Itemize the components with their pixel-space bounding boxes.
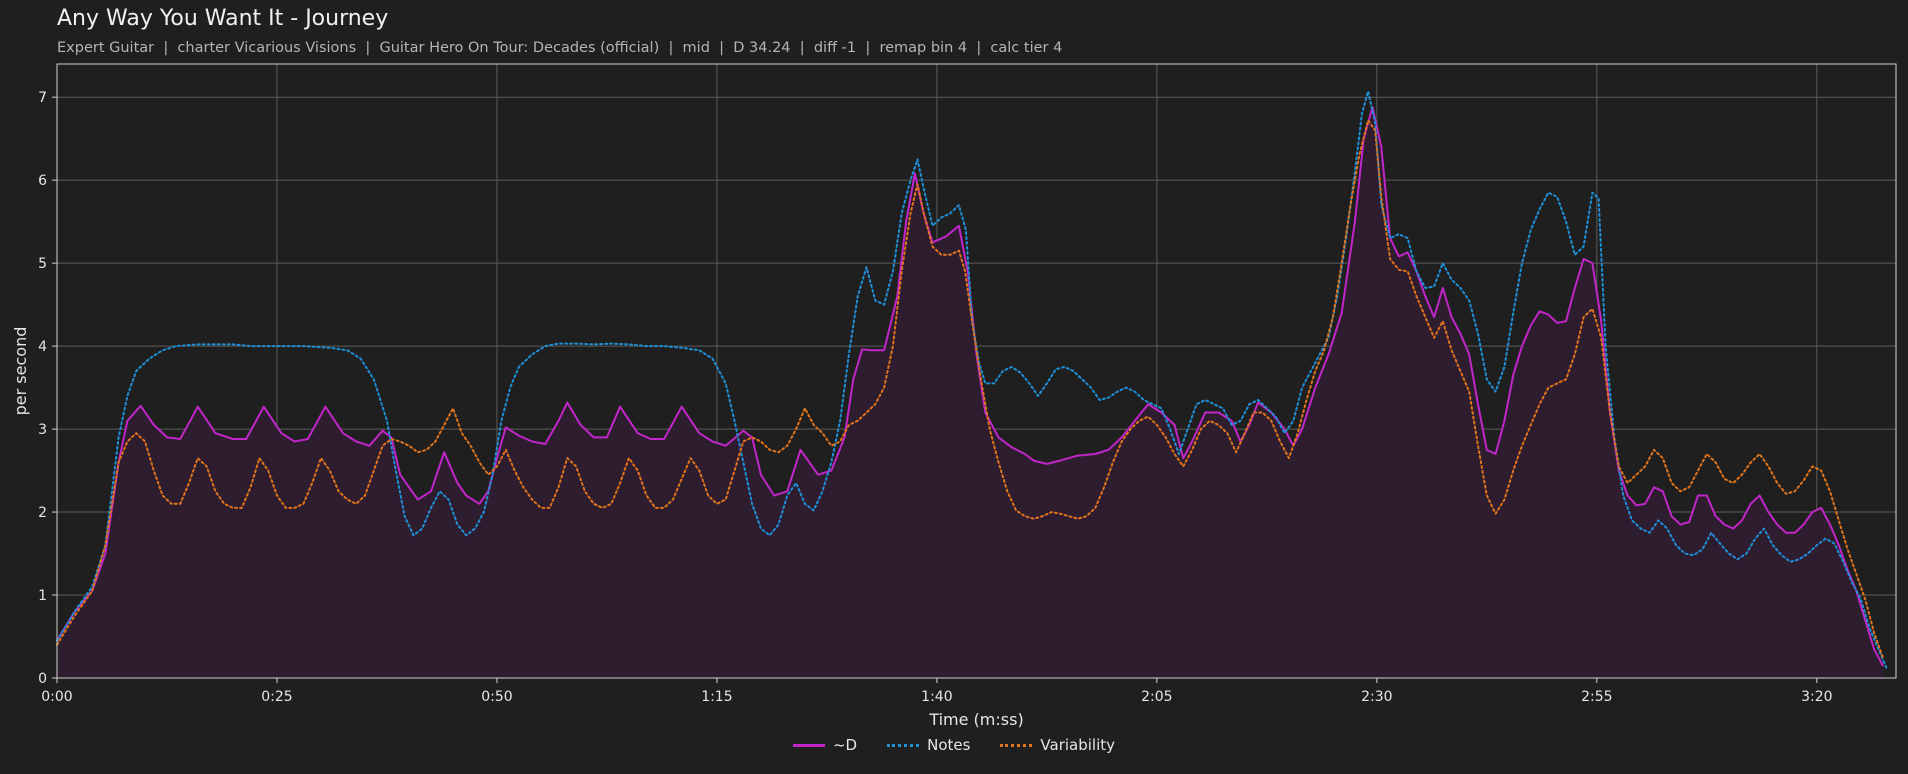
legend-label-variability: Variability	[1040, 736, 1116, 754]
legend-label-d: ~D	[832, 736, 858, 754]
y-tick-label: 0	[38, 671, 47, 687]
legend-item-variability: Variability	[1000, 736, 1115, 754]
x-tick-label: 3:20	[1801, 689, 1832, 705]
x-tick-label: 2:55	[1581, 689, 1612, 705]
legend-item-notes: Notes	[887, 736, 970, 754]
x-tick-label: 0:50	[481, 689, 512, 705]
legend-swatch-variability	[1000, 743, 1033, 747]
y-tick-label: 3	[38, 422, 47, 438]
x-tick-label: 1:15	[701, 689, 732, 705]
y-axis-label: per second	[11, 327, 30, 416]
y-tick-label: 2	[38, 505, 47, 521]
x-tick-label: 1:40	[921, 689, 952, 705]
y-tick-label: 6	[38, 173, 47, 189]
legend-label-notes: Notes	[927, 736, 971, 754]
legend-swatch-notes	[887, 743, 920, 747]
y-tick-label: 7	[38, 90, 47, 106]
x-tick-label: 2:05	[1141, 689, 1172, 705]
legend: ~D Notes Variability	[0, 736, 1908, 754]
x-axis-label: Time (m:ss)	[928, 710, 1023, 729]
x-tick-label: 0:25	[261, 689, 292, 705]
x-tick-label: 0:00	[41, 689, 72, 705]
legend-swatch-d	[792, 743, 825, 747]
line-chart: 0:00 0:25 0:50 1:15 1:40 2:05 2:30 2:55 3:20 0 1 2 3…	[11, 63, 1897, 729]
y-tick-label: 5	[38, 256, 47, 272]
y-tick-label: 1	[38, 588, 47, 604]
x-tick-label: 2:30	[1361, 689, 1392, 705]
y-tick-label: 4	[38, 339, 47, 355]
legend-item-d: ~D	[792, 736, 858, 754]
